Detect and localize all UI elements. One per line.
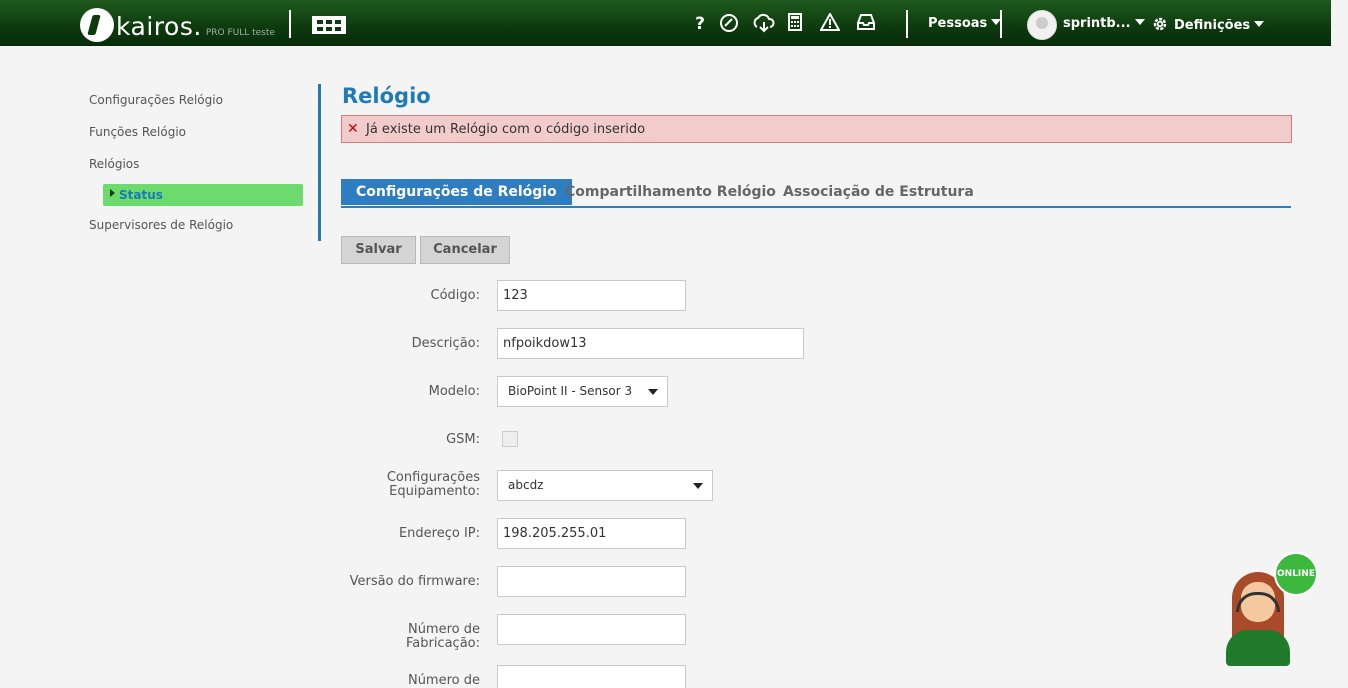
config-equip-label-line1: Configurações xyxy=(386,470,480,485)
gsm-label: GSM: xyxy=(446,432,480,447)
numero-fabricacao-label-line2: Fabricação: xyxy=(405,636,480,651)
descricao-input[interactable]: nfpoikdow13 xyxy=(497,328,804,359)
user-menu[interactable]: sprintb... xyxy=(1063,15,1145,33)
apps-grid-icon[interactable] xyxy=(312,16,346,34)
help-icon[interactable]: ? xyxy=(689,13,711,35)
dropdown-arrow-icon xyxy=(693,483,703,489)
scrollbar-track xyxy=(1331,0,1348,688)
error-close-icon[interactable]: ✕ xyxy=(347,121,359,137)
modelo-selected-value: BioPoint II - Sensor 3 xyxy=(508,384,633,398)
settings-label: Definições xyxy=(1174,18,1251,33)
sidebar-divider xyxy=(318,84,321,241)
support-icon[interactable] xyxy=(718,13,740,39)
versao-firmware-label: Versão do firmware: xyxy=(349,574,480,589)
inbox-icon[interactable] xyxy=(855,13,877,37)
sidebar-item-configuracoes-relogio[interactable]: Configurações Relógio xyxy=(89,92,223,108)
avatar[interactable] xyxy=(1027,10,1057,40)
numero-de-label: Número de xyxy=(407,673,480,688)
sidebar-item-supervisores[interactable]: Supervisores de Relógio xyxy=(89,217,233,233)
versao-firmware-input[interactable] xyxy=(497,566,686,597)
sidebar-item-status[interactable]: Status xyxy=(103,184,303,206)
user-name: sprintb... xyxy=(1063,16,1131,31)
tab-bar: Configurações de Relógio Compartilhament… xyxy=(341,179,1291,208)
agent-body xyxy=(1226,630,1290,666)
online-badge[interactable]: ONLINE xyxy=(1274,552,1318,596)
cancel-button[interactable]: Cancelar xyxy=(420,236,510,264)
modelo-label: Modelo: xyxy=(428,384,480,399)
tab-compartilhamento-relogio[interactable]: Compartilhamento Relógio xyxy=(565,179,776,205)
gear-icon xyxy=(1153,17,1167,31)
tab-configuracoes-de-relogio[interactable]: Configurações de Relógio xyxy=(341,179,572,205)
save-button[interactable]: Salvar xyxy=(341,236,416,264)
codigo-label: Código: xyxy=(430,288,480,303)
sidebar-item-funcoes-relogio[interactable]: Funções Relógio xyxy=(89,124,186,140)
config-equip-selected-value: abcdz xyxy=(508,478,544,492)
edition-label: PRO FULL teste xyxy=(205,28,275,38)
endereco-ip-input[interactable]: 198.205.255.01 xyxy=(497,518,686,549)
numero-fabricacao-label: Número de Fabricação: xyxy=(406,623,480,651)
endereco-ip-label: Endereço IP: xyxy=(398,526,480,541)
chevron-down-icon xyxy=(1254,21,1265,27)
pessoas-menu[interactable]: Pessoas xyxy=(928,15,1002,33)
gsm-checkbox[interactable] xyxy=(502,431,518,447)
online-chat-widget[interactable]: ONLINE xyxy=(1224,552,1320,670)
numero-de-input[interactable] xyxy=(497,665,686,688)
config-equip-select[interactable]: abcdz xyxy=(497,470,713,501)
error-alert: ✕ Já existe um Relógio com o código inse… xyxy=(341,115,1292,143)
sidebar-item-label: Status xyxy=(119,188,163,202)
calculator-icon[interactable] xyxy=(784,13,806,37)
cloud-download-icon[interactable] xyxy=(752,13,776,39)
codigo-input[interactable]: 123 xyxy=(497,280,686,311)
caret-right-icon xyxy=(110,189,115,197)
chevron-down-icon xyxy=(1134,19,1145,25)
kairos-logo[interactable]: kairos. PRO FULL teste xyxy=(80,4,275,42)
pessoas-label: Pessoas xyxy=(928,16,988,31)
descricao-label: Descrição: xyxy=(411,336,480,351)
top-navbar: kairos. PRO FULL teste ? Pessoas sprintb… xyxy=(0,0,1331,46)
modelo-select[interactable]: BioPoint II - Sensor 3 xyxy=(497,376,668,407)
warning-icon[interactable] xyxy=(819,11,841,37)
sidebar-item-relogios[interactable]: Relógios xyxy=(89,156,139,172)
alert-message: Já existe um Relógio com o código inseri… xyxy=(366,122,646,137)
dropdown-arrow-icon xyxy=(648,389,658,395)
divider xyxy=(1000,10,1002,38)
config-equip-label-line2: Equipamento: xyxy=(389,484,480,499)
numero-fabricacao-input[interactable] xyxy=(497,614,686,645)
settings-menu[interactable]: Definições xyxy=(1151,15,1265,35)
divider xyxy=(289,10,291,38)
divider xyxy=(906,10,908,38)
logo-mark-icon xyxy=(80,8,114,42)
tab-associacao-de-estrutura[interactable]: Associação de Estrutura xyxy=(783,179,974,205)
numero-fabricacao-label-line1: Número de xyxy=(407,622,480,637)
config-equip-label: Configurações Equipamento: xyxy=(387,471,480,499)
page-title: Relógio xyxy=(342,84,431,108)
brand-name: kairos. xyxy=(116,12,202,41)
